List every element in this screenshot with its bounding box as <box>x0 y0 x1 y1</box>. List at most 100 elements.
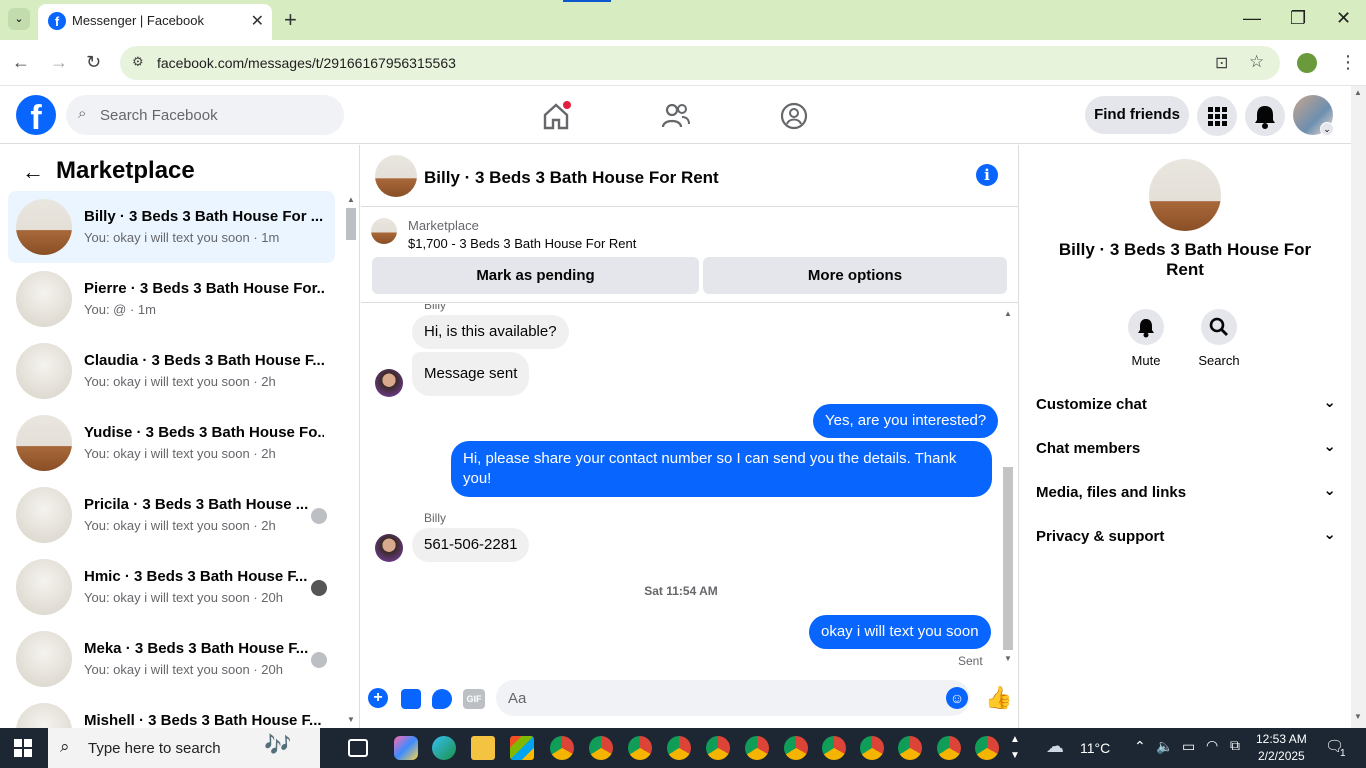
taskbar-search-box[interactable]: ⌕ Type here to search 🎶 <box>48 728 320 768</box>
chrome-icon[interactable] <box>550 736 574 760</box>
clock-date[interactable]: 2/2/2025 <box>1258 749 1305 763</box>
minimize-icon[interactable]: — <box>1243 8 1261 29</box>
chrome-menu-icon[interactable]: ⋮ <box>1339 52 1357 73</box>
listing-thumbnail[interactable] <box>371 218 397 244</box>
find-friends-button[interactable]: Find friends <box>1085 96 1189 134</box>
new-tab-button[interactable]: + <box>284 7 297 33</box>
media-files-links-section[interactable]: Media, files and links ⌄ <box>1036 473 1336 513</box>
list-item[interactable]: Yudise · 3 Beds 3 Bath House Fo... You: … <box>8 407 335 479</box>
install-app-icon[interactable]: ⊡ <box>1215 53 1228 73</box>
info-icon[interactable]: i <box>976 164 998 186</box>
conversation-scrollbar[interactable] <box>344 195 356 725</box>
list-item[interactable]: Claudia · 3 Beds 3 Bath House F... You: … <box>8 335 335 407</box>
emoji-icon[interactable]: ☺ <box>946 687 968 709</box>
tray-chevron-icon[interactable]: ⌃ <box>1134 738 1146 755</box>
chrome-icon[interactable] <box>860 736 884 760</box>
chrome-icon[interactable] <box>975 736 999 760</box>
chat-scroll-down-icon[interactable]: ▼ <box>1004 654 1012 663</box>
gif-icon[interactable]: GIF <box>463 689 485 709</box>
more-actions-plus-icon[interactable]: + <box>368 688 388 708</box>
chat-avatar[interactable] <box>375 155 417 197</box>
close-window-icon[interactable]: ✕ <box>1336 8 1351 29</box>
back-arrow-icon[interactable]: ← <box>22 159 44 185</box>
chat-scrollbar-thumb[interactable] <box>1003 467 1013 650</box>
account-chevron-icon[interactable]: ⌄ <box>1320 122 1334 136</box>
listing-avatar[interactable] <box>1149 159 1221 231</box>
chat-members-section[interactable]: Chat members ⌄ <box>1036 429 1336 469</box>
notifications-button[interactable] <box>1245 96 1285 136</box>
wifi-icon[interactable]: ◠ <box>1206 737 1218 754</box>
facebook-logo-icon[interactable]: f <box>16 95 56 137</box>
store-icon[interactable] <box>510 736 534 760</box>
home-icon[interactable] <box>541 101 571 131</box>
chrome-icon[interactable] <box>628 736 652 760</box>
friends-icon[interactable] <box>661 101 691 131</box>
message-bubble-outgoing[interactable]: Hi, please share your contact number so … <box>451 441 992 497</box>
chrome-icon[interactable] <box>898 736 922 760</box>
task-view-icon[interactable] <box>348 739 368 757</box>
edge-icon[interactable] <box>432 736 456 760</box>
list-item[interactable]: Meka · 3 Beds 3 Bath House F... You: oka… <box>8 623 335 695</box>
taskbar-overflow-icon[interactable]: ▲ ▼ <box>1010 732 1020 764</box>
chat-title[interactable]: Billy · 3 Beds 3 Bath House For Rent <box>424 168 719 188</box>
bookmark-star-icon[interactable]: ☆ <box>1249 52 1264 72</box>
message-bubble-outgoing[interactable]: okay i will text you soon <box>809 615 991 649</box>
windows-start-icon[interactable] <box>14 739 32 757</box>
message-bubble-incoming[interactable]: 561-506-2281 <box>412 528 530 562</box>
forward-icon[interactable]: → <box>50 52 68 73</box>
reload-icon[interactable]: ↻ <box>86 52 101 73</box>
scrollbar-thumb[interactable] <box>346 208 356 240</box>
list-item[interactable]: Billy · 3 Beds 3 Bath House For ... You:… <box>8 191 335 263</box>
like-thumb-icon[interactable]: 👍 <box>985 685 1012 711</box>
weather-temperature[interactable]: 11°C <box>1080 740 1110 756</box>
chrome-icon[interactable] <box>706 736 730 760</box>
chrome-icon[interactable] <box>822 736 846 760</box>
search-in-chat-button[interactable]: Search <box>1189 309 1249 368</box>
mark-as-pending-button[interactable]: Mark as pending <box>372 257 699 294</box>
scroll-down-icon[interactable]: ▼ <box>347 715 355 724</box>
page-scroll-up-icon[interactable]: ▲ <box>1354 88 1362 97</box>
list-item[interactable]: Pricila · 3 Beds 3 Bath House ... You: o… <box>8 479 335 551</box>
volume-icon[interactable]: 🔈 <box>1156 738 1173 755</box>
list-item[interactable]: Hmic · 3 Beds 3 Bath House F... You: oka… <box>8 551 335 623</box>
message-bubble-incoming[interactable]: Hi, is this available? <box>412 315 569 349</box>
mute-button[interactable]: Mute <box>1116 309 1176 368</box>
address-bar[interactable]: ⚙ facebook.com/messages/t/29166167956315… <box>120 46 1280 80</box>
chrome-icon[interactable] <box>745 736 769 760</box>
facebook-search-input[interactable]: ⌕ Search Facebook <box>66 95 344 135</box>
site-info-icon[interactable]: ⚙ <box>132 54 144 70</box>
attach-photo-icon[interactable] <box>401 689 421 709</box>
list-item[interactable]: Pierre · 3 Beds 3 Bath House For... You:… <box>8 263 335 335</box>
groups-icon[interactable] <box>779 101 809 131</box>
tab-close-icon[interactable]: ✕ <box>251 11 264 31</box>
sticker-icon[interactable] <box>432 689 452 709</box>
weather-icon[interactable]: ☁ <box>1046 736 1064 757</box>
chrome-icon[interactable] <box>784 736 808 760</box>
chrome-icon[interactable] <box>667 736 691 760</box>
message-bubble-outgoing[interactable]: Yes, are you interested? <box>813 404 999 438</box>
back-icon[interactable]: ← <box>12 52 30 73</box>
battery-icon[interactable]: ▭ <box>1182 738 1195 755</box>
list-item[interactable]: Mishell · 3 Beds 3 Bath House F... <box>8 695 335 728</box>
chrome-icon[interactable] <box>589 736 613 760</box>
file-explorer-icon[interactable] <box>471 736 495 760</box>
copilot-icon[interactable] <box>394 736 418 760</box>
profile-icon[interactable] <box>1297 53 1317 73</box>
scroll-up-icon[interactable]: ▲ <box>347 195 355 204</box>
restore-icon[interactable]: ❐ <box>1290 8 1306 29</box>
chrome-icon[interactable] <box>937 736 961 760</box>
tab-search-button[interactable]: ⌄ <box>8 8 30 30</box>
privacy-support-section[interactable]: Privacy & support ⌄ <box>1036 517 1336 557</box>
chat-scroll-up-icon[interactable]: ▲ <box>1004 309 1012 318</box>
sender-avatar[interactable] <box>375 369 403 397</box>
listing-price[interactable]: $1,700 - 3 Beds 3 Bath House For Rent <box>408 236 636 251</box>
message-bubble-incoming[interactable]: Message sent <box>412 352 530 396</box>
page-scrollbar[interactable]: ▲ ▼ <box>1351 86 1366 728</box>
more-options-button[interactable]: More options <box>703 257 1007 294</box>
sender-avatar[interactable] <box>375 534 403 562</box>
display-icon[interactable]: ⧉ <box>1230 737 1240 754</box>
customize-chat-section[interactable]: Customize chat ⌄ <box>1036 385 1336 425</box>
browser-tab[interactable]: f Messenger | Facebook ✕ <box>38 4 272 40</box>
clock-time[interactable]: 12:53 AM <box>1256 732 1307 746</box>
message-input[interactable]: Aa ☺ <box>496 680 970 716</box>
